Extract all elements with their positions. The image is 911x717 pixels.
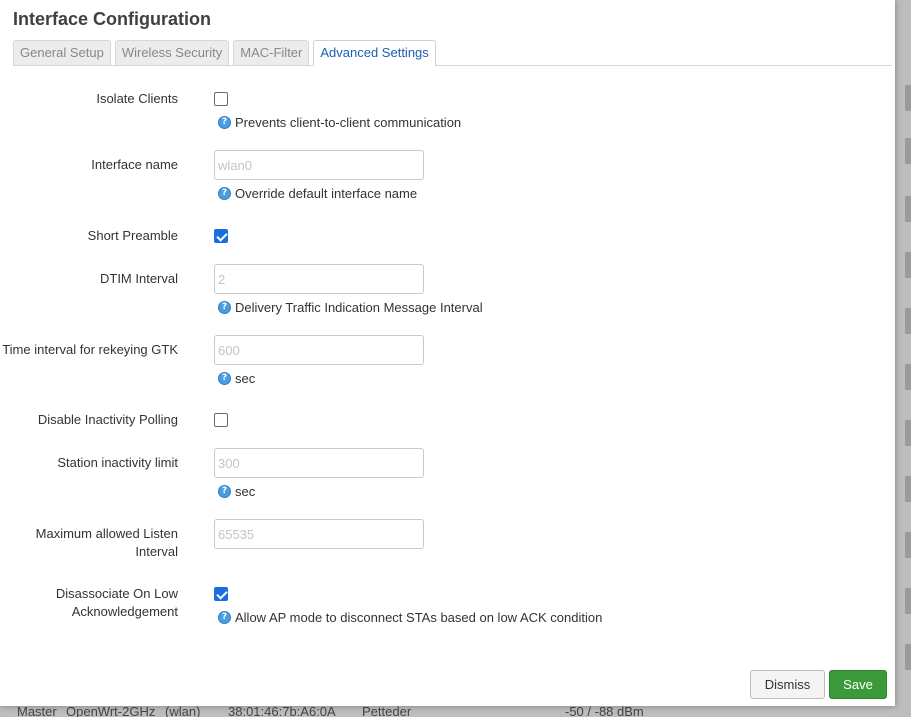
disable-inactivity-polling-checkbox[interactable] — [214, 413, 228, 427]
background-edge-button — [905, 252, 911, 278]
dismiss-button[interactable]: Dismiss — [750, 670, 825, 699]
rekey-gtk-input[interactable] — [214, 335, 424, 365]
help-icon: ? — [218, 485, 231, 498]
short-preamble-checkbox[interactable] — [214, 229, 228, 243]
disable-inactivity-polling-label: Disable Inactivity Polling — [37, 412, 178, 427]
tab-advanced-settings[interactable]: Advanced Settings — [313, 40, 436, 66]
help-text: Prevents client-to-client communication — [235, 115, 462, 130]
disassoc-low-ack-label: Disassociate On Low Acknowledgement — [0, 585, 178, 621]
help-text: sec — [235, 371, 256, 386]
isolate-clients-label: Isolate Clients — [96, 91, 178, 106]
background-edge-button — [905, 644, 911, 670]
dtim-interval-input[interactable] — [214, 264, 424, 294]
help-text: Override default interface name — [235, 186, 418, 201]
short-preamble-label: Short Preamble — [87, 228, 178, 243]
station-inactivity-help: ? sec — [218, 484, 255, 499]
help-icon: ? — [218, 187, 231, 200]
save-button[interactable]: Save — [829, 670, 887, 699]
label-line: Interval — [135, 544, 178, 559]
help-text: Delivery Traffic Indication Message Inte… — [235, 300, 483, 315]
background-edge-button — [905, 138, 911, 164]
background-edge-button — [905, 588, 911, 614]
interface-name-help: ? Override default interface name — [218, 186, 417, 201]
disassoc-low-ack-help: ? Allow AP mode to disconnect STAs based… — [218, 610, 602, 625]
tab-mac-filter[interactable]: MAC-Filter — [233, 40, 310, 65]
rekey-gtk-help: ? sec — [218, 371, 255, 386]
help-icon: ? — [218, 372, 231, 385]
label-line: Disassociate On Low — [55, 586, 178, 601]
label-line: Maximum allowed Listen — [35, 526, 178, 541]
station-inactivity-label: Station inactivity limit — [57, 455, 178, 470]
background-edge-button — [905, 532, 911, 558]
help-icon: ? — [218, 116, 231, 129]
interface-name-input[interactable] — [214, 150, 424, 180]
background-edge-button — [905, 308, 911, 334]
interface-name-label: Interface name — [91, 157, 178, 172]
label-line: Acknowledgement — [71, 604, 178, 619]
max-listen-interval-input[interactable] — [214, 519, 424, 549]
help-icon: ? — [218, 301, 231, 314]
isolate-clients-checkbox[interactable] — [214, 92, 228, 106]
help-icon: ? — [218, 611, 231, 624]
background-edge-button — [905, 85, 911, 111]
tab-bar: General Setup Wireless Security MAC-Filt… — [13, 40, 892, 66]
dtim-interval-label: DTIM Interval — [99, 271, 178, 286]
tab-general-setup[interactable]: General Setup — [13, 40, 111, 65]
max-listen-interval-label: Maximum allowed Listen Interval — [0, 525, 178, 561]
tab-wireless-security[interactable]: Wireless Security — [114, 40, 230, 65]
background-edge-button — [905, 420, 911, 446]
background-edge-button — [905, 196, 911, 222]
dialog-title: Interface Configuration — [13, 9, 212, 29]
dtim-interval-help: ? Delivery Traffic Indication Message In… — [218, 300, 483, 315]
background-edge-button — [905, 476, 911, 502]
background-edge-button — [905, 364, 911, 390]
interface-config-dialog: Interface Configuration General Setup Wi… — [0, 0, 895, 706]
rekey-gtk-label: Time interval for rekeying GTK — [2, 342, 178, 357]
disassoc-low-ack-checkbox[interactable] — [214, 587, 228, 601]
isolate-clients-help: ? Prevents client-to-client communicatio… — [218, 115, 461, 130]
help-text: Allow AP mode to disconnect STAs based o… — [235, 610, 603, 625]
station-inactivity-input[interactable] — [214, 448, 424, 478]
help-text: sec — [235, 484, 256, 499]
